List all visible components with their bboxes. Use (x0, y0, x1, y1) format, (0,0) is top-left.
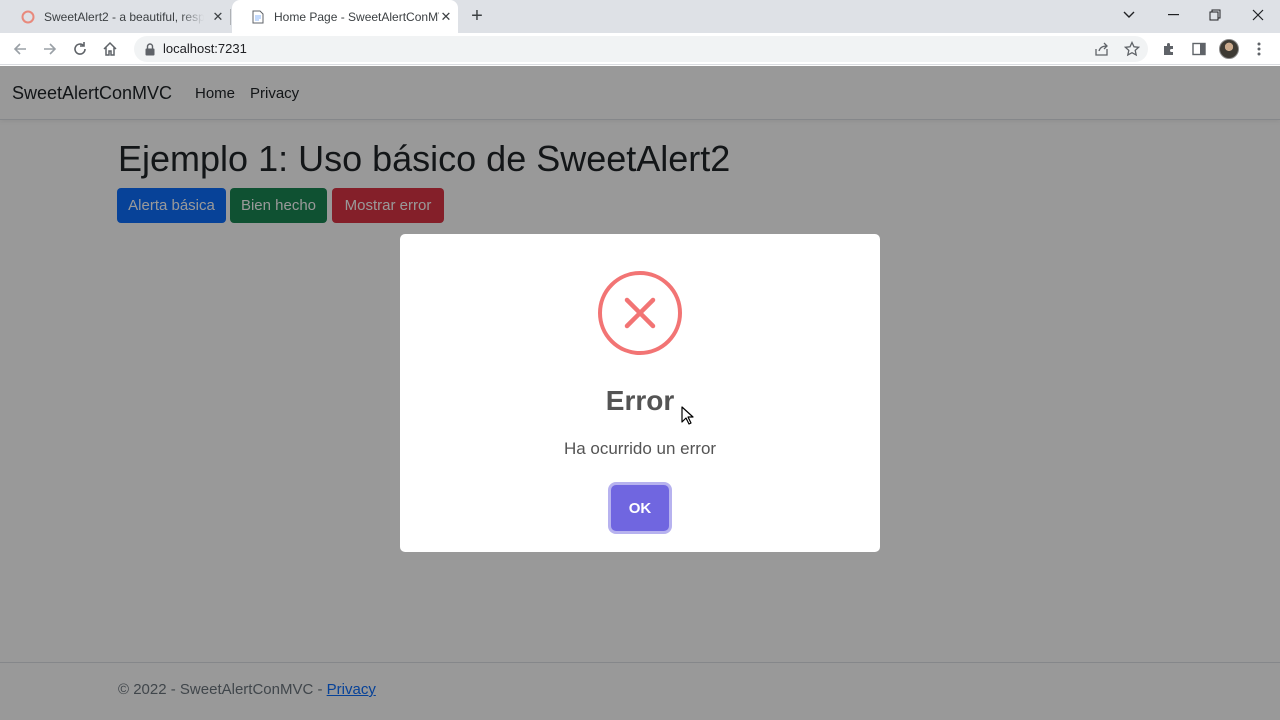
lock-icon[interactable] (142, 41, 158, 57)
error-x-icon (598, 271, 682, 355)
tab-title: SweetAlert2 - a beautiful, responsive (44, 9, 204, 24)
ok-button[interactable]: OK (611, 485, 669, 531)
tab-close-icon[interactable]: ✕ (438, 9, 454, 25)
kebab-menu-icon[interactable] (1247, 37, 1271, 61)
bookmark-star-icon[interactable] (1120, 37, 1144, 61)
url-text: localhost:7231 (163, 41, 247, 56)
page-favicon-icon (250, 9, 266, 25)
browser-tab-home-page[interactable]: Home Page - SweetAlertConMVC ✕ (232, 0, 458, 33)
mouse-cursor-icon (681, 406, 695, 431)
back-arrow-icon[interactable] (8, 37, 32, 61)
dialog-message: Ha ocurrido un error (563, 439, 717, 458)
new-tab-icon[interactable]: + (466, 5, 488, 27)
restore-icon[interactable] (1193, 0, 1237, 30)
browser-tab-sweetalert2[interactable]: SweetAlert2 - a beautiful, responsive ✕ (2, 0, 230, 33)
web-page: SweetAlertConMVC Home Privacy Ejemplo 1:… (0, 66, 1280, 720)
profile-avatar[interactable] (1219, 39, 1239, 59)
tab-title: Home Page - SweetAlertConMVC (274, 9, 439, 24)
side-panel-icon[interactable] (1187, 37, 1211, 61)
tab-search-chevron-icon[interactable] (1107, 0, 1151, 30)
share-icon[interactable] (1090, 37, 1114, 61)
minimize-icon[interactable] (1152, 0, 1196, 30)
browser-toolbar: localhost:7231 (0, 33, 1280, 65)
browser-tab-strip: SweetAlert2 - a beautiful, responsive ✕ … (0, 0, 1280, 33)
close-window-icon[interactable] (1236, 0, 1280, 30)
home-icon[interactable] (98, 37, 122, 61)
tab-separator (230, 9, 231, 25)
error-alert-dialog: Error Ha ocurrido un error OK (400, 234, 880, 552)
reload-icon[interactable] (68, 37, 92, 61)
extensions-puzzle-icon[interactable] (1157, 37, 1181, 61)
tab-close-icon[interactable]: ✕ (210, 9, 226, 25)
address-bar[interactable]: localhost:7231 (134, 36, 1148, 62)
dialog-title: Error (605, 385, 675, 416)
forward-arrow-icon[interactable] (38, 37, 62, 61)
sweetalert-favicon-icon (20, 9, 36, 25)
